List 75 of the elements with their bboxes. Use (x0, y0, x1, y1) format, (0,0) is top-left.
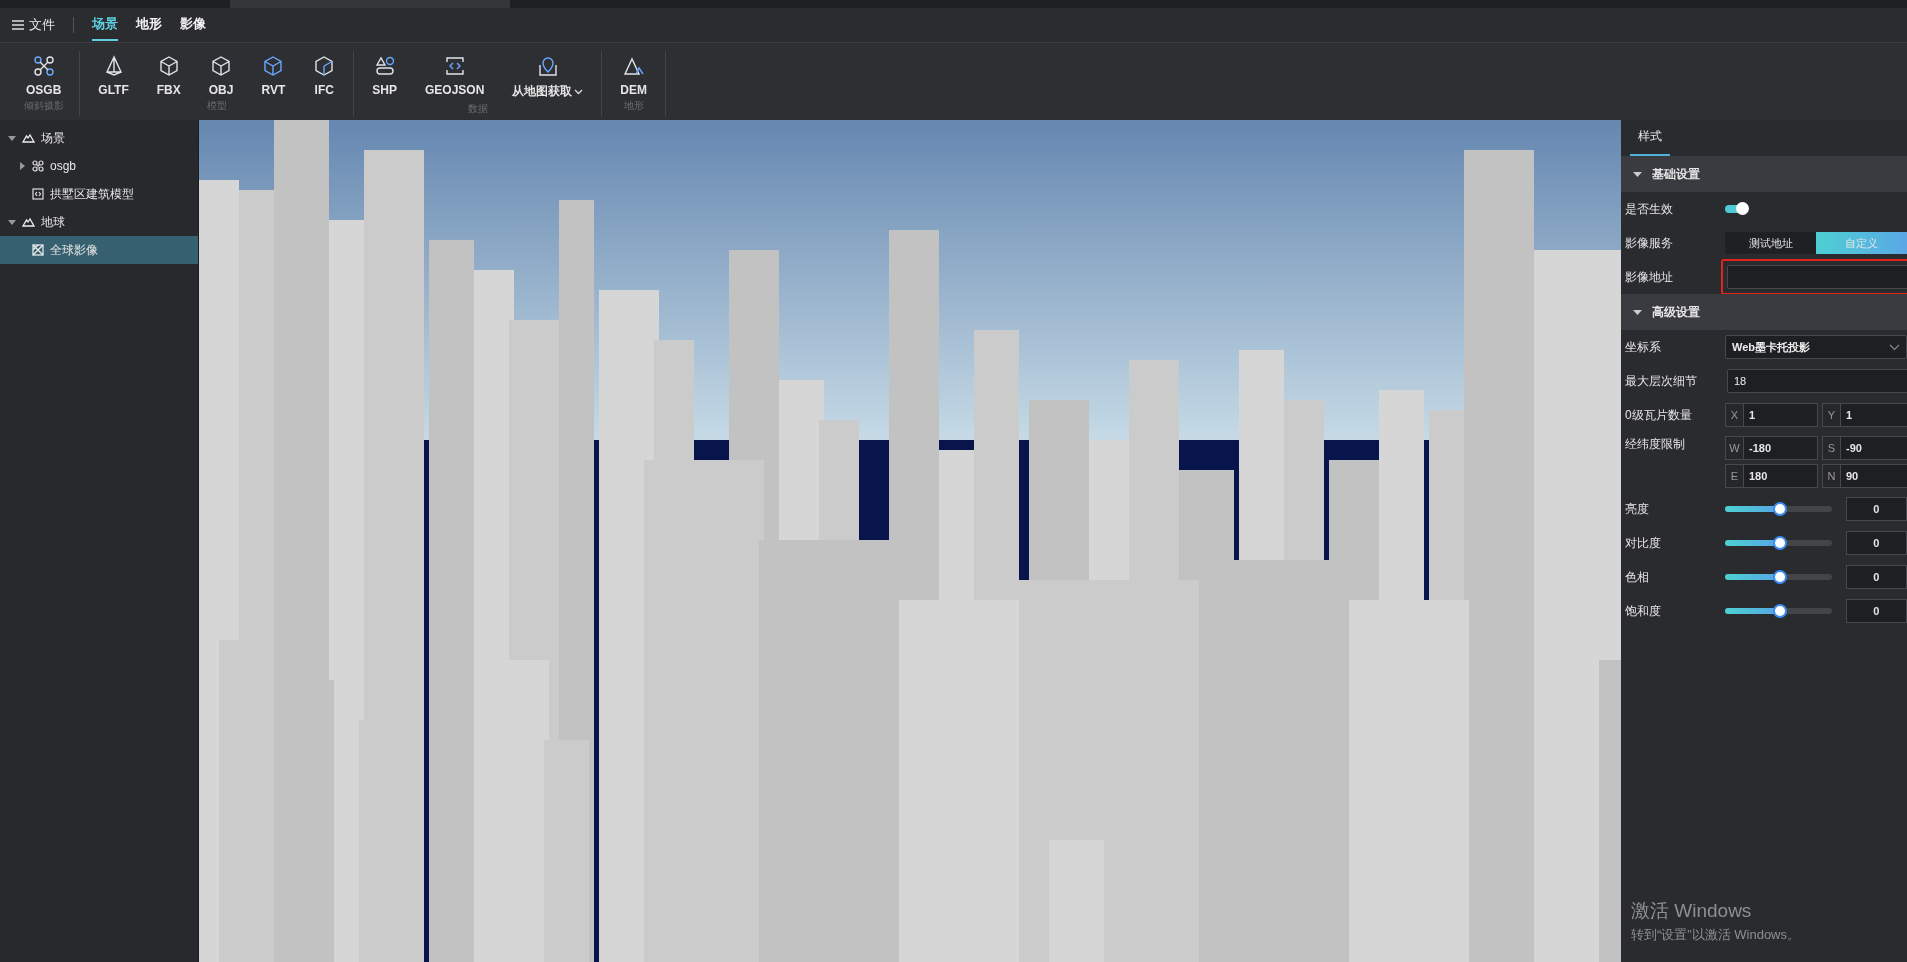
field-label: 0级瓦片数量 (1625, 406, 1693, 424)
field-label: 亮度 (1625, 500, 1650, 518)
slider-thumb[interactable] (1773, 570, 1788, 584)
menu-icon (12, 20, 24, 30)
cube-icon (210, 55, 233, 77)
mountain-icon (22, 132, 35, 144)
toolbar-button[interactable]: 从地图获取 (498, 51, 598, 100)
toolbar-button[interactable]: GLTF (84, 51, 143, 97)
prefixed-input[interactable]: X 1 (1725, 403, 1818, 427)
field-label: 色相 (1625, 568, 1650, 586)
slider-thumb[interactable] (1773, 536, 1788, 550)
input-field[interactable] (1727, 265, 1907, 289)
field-label: 是否生效 (1625, 200, 1674, 218)
tree-item[interactable]: osgb (0, 152, 198, 180)
drone-icon (32, 160, 44, 172)
prefixed-input[interactable]: N 90 (1822, 464, 1907, 488)
slider-thumb[interactable] (1773, 502, 1788, 516)
image-icon (32, 244, 44, 256)
caret-icon (8, 134, 16, 142)
number-field[interactable]: 0 (1845, 565, 1907, 589)
field-label: 最大层次细节 (1625, 372, 1698, 390)
field-label: 经纬度限制 (1625, 436, 1686, 453)
menu-tab[interactable]: 场景 (92, 9, 118, 41)
shapes-icon (373, 55, 396, 77)
prefixed-input[interactable]: W -180 (1725, 436, 1818, 460)
map-pin-icon (536, 55, 559, 77)
number-field[interactable]: 0 (1845, 531, 1907, 555)
code-frame-icon (443, 55, 466, 77)
segment-button[interactable]: 测试地址 (1725, 232, 1816, 254)
cube-icon (262, 55, 285, 77)
mountain-icon (22, 216, 35, 228)
section-header[interactable]: 高级设置 (1621, 294, 1907, 330)
drone-icon (32, 55, 55, 77)
prefixed-input[interactable]: S -90 (1822, 436, 1907, 460)
tree-item[interactable]: 地球 (0, 208, 198, 236)
caret-icon (18, 162, 26, 170)
activation-title: 激活 Windows (1631, 899, 1753, 923)
toolbar-button[interactable]: DEM (606, 51, 661, 97)
slider-thumb[interactable] (1773, 604, 1788, 618)
tree-item[interactable]: 全球影像 (0, 236, 198, 264)
toolbar-button[interactable]: FBX (142, 51, 195, 97)
prefixed-input[interactable]: E 180 (1725, 464, 1818, 488)
prefixed-input[interactable]: Y 1 (1822, 403, 1907, 427)
toolbar-button[interactable]: IFC (299, 51, 350, 97)
file-menu-button[interactable]: 文件 (12, 16, 55, 34)
chevron-down-icon (1889, 343, 1900, 351)
tree-item[interactable]: 拱墅区建筑模型 (0, 180, 198, 208)
section-header[interactable]: 基础设置 (1621, 156, 1907, 192)
mountain-icon (622, 55, 645, 77)
field-label: 坐标系 (1625, 338, 1662, 356)
toolbar-button[interactable]: GEOJSON (410, 51, 499, 100)
field-label: 影像地址 (1625, 268, 1674, 286)
activation-text: 转到“设置”以激活 Windows。 (1631, 926, 1800, 944)
field-label: 饱和度 (1625, 602, 1662, 620)
cube-icon (157, 55, 180, 77)
number-field[interactable]: 0 (1845, 599, 1907, 623)
field-label: 影像服务 (1625, 234, 1674, 252)
toolbar-button[interactable]: OBJ (194, 51, 248, 97)
toolbar-button[interactable]: RVT (247, 51, 300, 97)
menu-tab[interactable]: 影像 (180, 9, 206, 41)
select-field[interactable]: Web墨卡托投影 (1725, 335, 1907, 359)
toolbar-button[interactable]: SHP (358, 51, 411, 100)
toggle-switch[interactable] (1725, 205, 1747, 213)
input-field[interactable]: 18 (1727, 369, 1907, 393)
caret-icon (8, 218, 16, 226)
tree-item[interactable]: 场景 (0, 124, 198, 152)
menu-tab[interactable]: 地形 (136, 9, 162, 41)
toolbar-button[interactable]: OSGB (12, 51, 76, 97)
caret-icon (574, 88, 584, 95)
caret-icon (1633, 170, 1642, 178)
caret-icon (1633, 308, 1642, 316)
code-frame-icon (32, 188, 44, 200)
hexagon-icon (313, 55, 336, 77)
field-label: 对比度 (1625, 534, 1662, 552)
number-field[interactable]: 0 (1845, 497, 1907, 521)
